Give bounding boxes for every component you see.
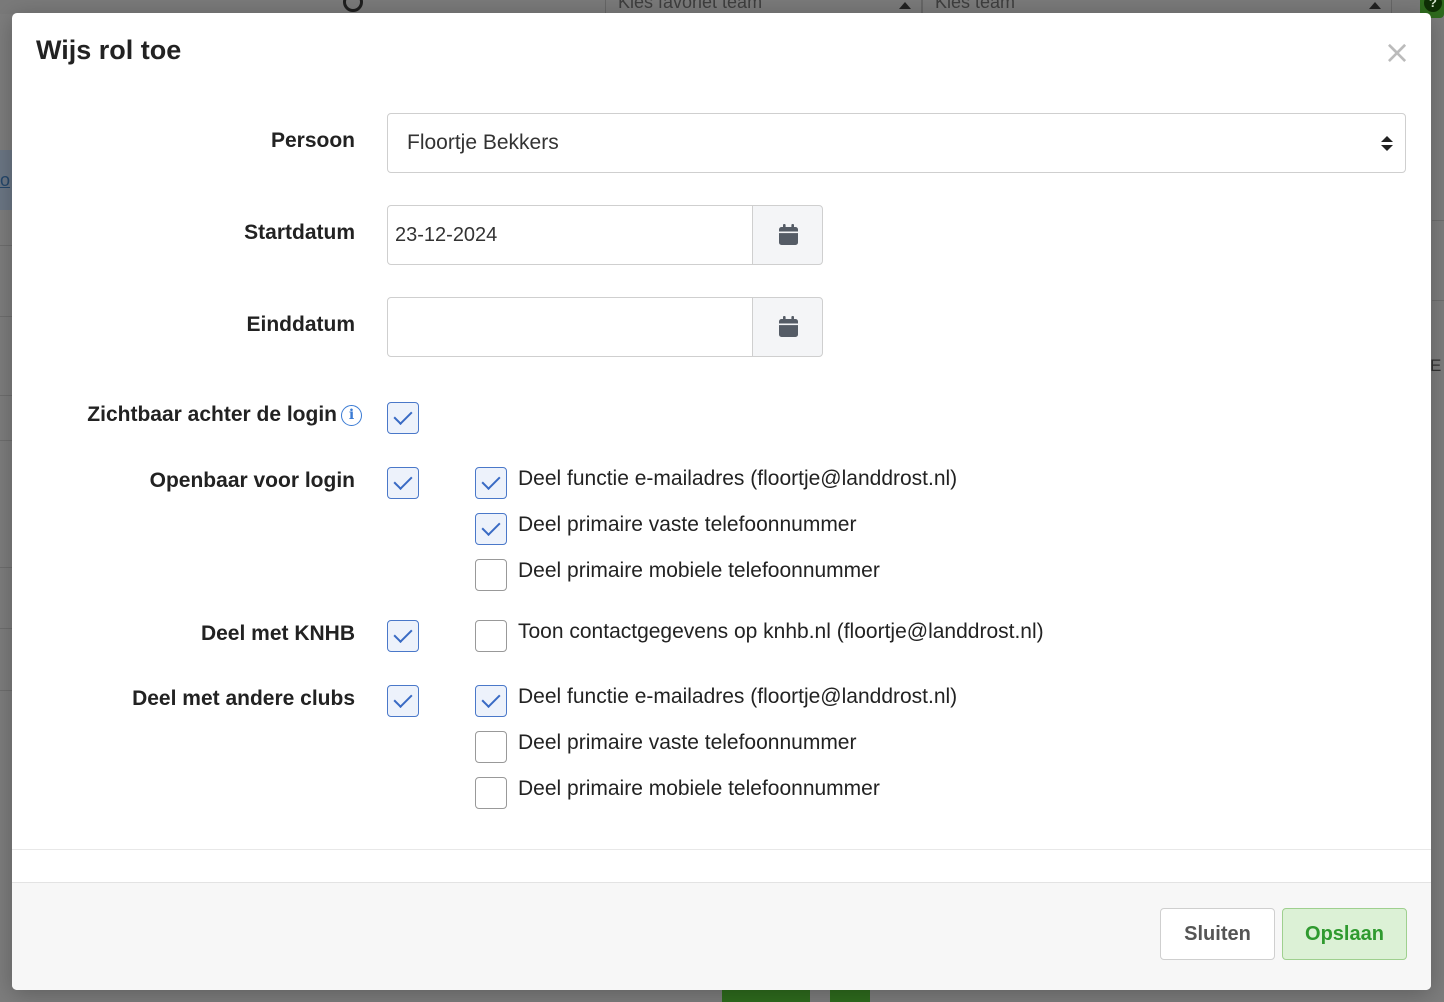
background-button <box>830 990 870 1002</box>
person-label: Persoon <box>270 129 355 152</box>
start-date-group <box>387 205 823 265</box>
person-select-value: Floortje Bekkers <box>407 131 559 154</box>
clubs-share-mobile-label: Deel primaire mobiele telefoonnummer <box>518 777 880 800</box>
modal-divider <box>12 849 1431 850</box>
calendar-icon <box>779 224 798 245</box>
share-clubs-checkbox[interactable] <box>387 685 419 717</box>
knhb-show-contact-checkbox[interactable] <box>475 620 507 652</box>
modal-title: Wijs rol toe <box>36 35 182 65</box>
end-date-label: Einddatum <box>246 313 356 336</box>
background-divider <box>0 690 12 691</box>
share-clubs-label: Deel met andere clubs <box>132 687 355 710</box>
background-divider <box>0 395 12 396</box>
close-icon[interactable]: × <box>1382 35 1412 69</box>
knhb-show-contact-label: Toon contactgegevens op knhb.nl (floortj… <box>518 620 1044 643</box>
public-share-mobile-checkbox[interactable] <box>475 559 507 591</box>
public-share-landline-checkbox[interactable] <box>475 513 507 545</box>
background-divider <box>1432 300 1444 301</box>
modal-footer: Sluiten Opslaan <box>12 882 1431 990</box>
start-date-input[interactable] <box>387 205 753 265</box>
visible-behind-login-label: Zichtbaar achter de login i <box>87 403 362 427</box>
start-date-calendar-button[interactable] <box>752 205 823 265</box>
background-button <box>722 990 810 1002</box>
clubs-share-mobile-checkbox[interactable] <box>475 777 507 809</box>
team-select: Kies team <box>922 0 1392 14</box>
background-link: o <box>0 170 11 190</box>
public-share-mobile-label: Deel primaire mobiele telefoonnummer <box>518 559 880 582</box>
select-arrows-icon <box>1381 136 1393 152</box>
background-divider <box>0 628 12 629</box>
end-date-input[interactable] <box>387 297 753 357</box>
clubs-share-email-checkbox[interactable] <box>475 685 507 717</box>
public-share-email-label: Deel functie e-mailadres (floortje@landd… <box>518 467 958 490</box>
end-date-calendar-button[interactable] <box>752 297 823 357</box>
public-for-login-label: Openbaar voor login <box>149 469 355 492</box>
clubs-share-landline-checkbox[interactable] <box>475 731 507 763</box>
share-knhb-checkbox[interactable] <box>387 620 419 652</box>
background-divider <box>1432 220 1444 221</box>
visible-behind-login-checkbox[interactable] <box>387 402 419 434</box>
info-icon[interactable]: i <box>341 405 362 426</box>
background-divider <box>0 316 12 317</box>
save-button[interactable]: Opslaan <box>1282 908 1407 960</box>
start-date-label: Startdatum <box>244 221 355 244</box>
background-divider <box>0 567 12 568</box>
public-for-login-checkbox[interactable] <box>387 467 419 499</box>
person-select[interactable]: Floortje Bekkers <box>387 113 1406 173</box>
background-divider <box>0 440 12 441</box>
end-date-group <box>387 297 823 357</box>
clubs-share-email-label: Deel functie e-mailadres (floortje@landd… <box>518 685 958 708</box>
calendar-icon <box>779 316 798 337</box>
close-button[interactable]: Sluiten <box>1160 908 1275 960</box>
public-share-email-checkbox[interactable] <box>475 467 507 499</box>
background-text: E <box>1430 356 1442 375</box>
background-divider <box>0 245 12 246</box>
public-share-landline-label: Deel primaire vaste telefoonnummer <box>518 513 857 536</box>
assign-role-modal: Wijs rol toe × Persoon Floortje Bekkers … <box>12 13 1431 990</box>
favorite-team-select: Kies favoriet team <box>605 0 922 14</box>
share-knhb-label: Deel met KNHB <box>200 622 355 645</box>
clubs-share-landline-label: Deel primaire vaste telefoonnummer <box>518 731 857 754</box>
